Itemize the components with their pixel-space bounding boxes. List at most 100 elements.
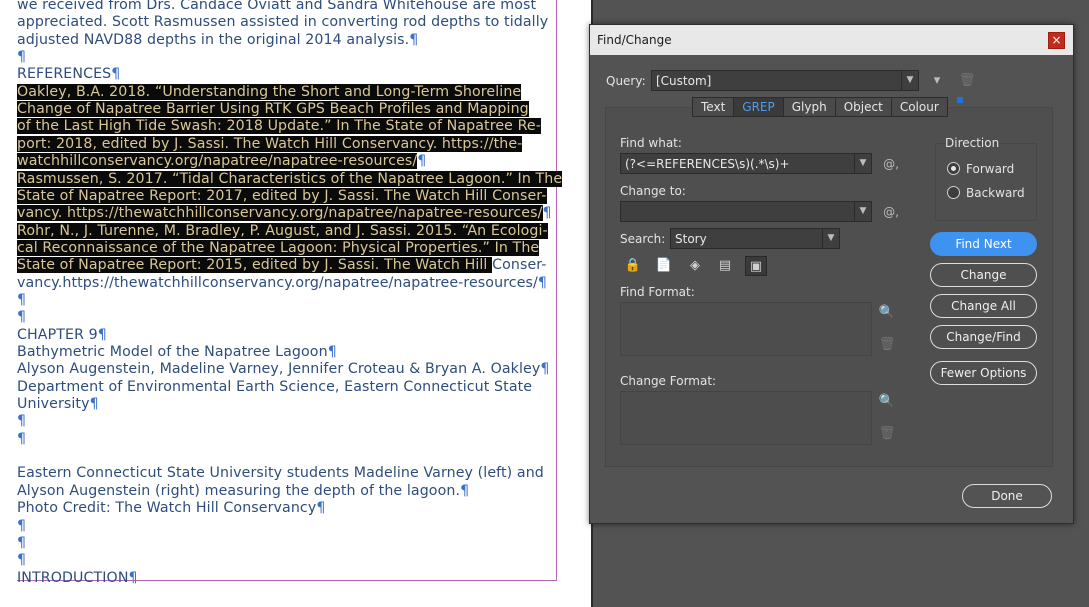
chevron-down-icon[interactable]: ▼ <box>901 71 918 90</box>
change-to-label: Change to: <box>620 184 686 198</box>
line-text: Photo Credit: The Watch Hill Conservancy <box>17 500 317 517</box>
done-button[interactable]: Done <box>962 484 1052 508</box>
change-button[interactable]: Change <box>930 263 1037 287</box>
query-value: [Custom] <box>656 74 712 88</box>
text-line: ¶ <box>17 518 26 535</box>
text-line: appreciated. Scott Rasmussen assisted in… <box>17 14 548 31</box>
text-line: vancy.https://thewatchhillconservancy.or… <box>17 275 547 292</box>
find-change-dialog: Find/Change × Query: [Custom] ▼ ▾ 🗑 Text… <box>589 24 1074 524</box>
text-line: ¶ <box>17 552 26 569</box>
include-footnotes-icon[interactable]: ▣ <box>745 256 767 276</box>
text-line: ¶ <box>17 49 26 66</box>
text-line: University¶ <box>17 396 99 413</box>
tab-glyph[interactable]: Glyph <box>782 97 835 117</box>
direction-backward-radio[interactable] <box>947 186 960 199</box>
pilcrow-mark: ¶ <box>17 430 27 447</box>
pilcrow-mark: ¶ <box>111 66 121 83</box>
selected-text: Oakley, B.A. 2018. “Understanding the Sh… <box>17 83 522 100</box>
include-master-pages-icon[interactable]: ▤ <box>714 256 736 276</box>
text-line: ¶ <box>17 292 26 309</box>
pilcrow-mark: ¶ <box>17 291 27 308</box>
tab-object[interactable]: Object <box>834 97 891 117</box>
include-locked-layers-icon[interactable]: 🔒 <box>622 256 644 276</box>
find-next-button[interactable]: Find Next <box>930 232 1037 256</box>
pilcrow-mark: ¶ <box>460 482 470 499</box>
include-locked-stories-icon[interactable]: 📄 <box>653 256 675 276</box>
selected-text: port: 2018, edited by J. Sassi. The Watc… <box>17 135 523 152</box>
direction-label: Direction <box>945 136 1000 150</box>
pilcrow-mark: ¶ <box>540 361 550 378</box>
search-scope-value: Story <box>675 232 707 246</box>
specify-change-format-icon[interactable]: 🔍 <box>878 394 896 410</box>
text-line: we received from Drs. Candace Oviatt and… <box>17 0 536 14</box>
text-line: Rohr, N., J. Turenne, M. Bradley, P. Aug… <box>17 222 548 240</box>
pilcrow-mark: ¶ <box>128 569 138 586</box>
specify-find-format-icon[interactable]: 🔍 <box>878 305 896 321</box>
selected-text: State of Napatree Report: 2017, edited b… <box>17 187 547 204</box>
selected-text: State of Napatree Report: 2015, edited b… <box>17 257 493 274</box>
tab-colour[interactable]: Colour <box>890 97 948 117</box>
line-text: Conser- <box>492 257 547 274</box>
change-to-field[interactable]: ▼ <box>620 201 872 222</box>
delete-query-icon[interactable]: 🗑 <box>958 73 976 89</box>
change-all-button[interactable]: Change All <box>930 294 1037 318</box>
line-text: appreciated. Scott Rasmussen assisted in… <box>17 14 549 31</box>
text-line: CHAPTER 9¶ <box>17 327 107 344</box>
special-characters-change-icon[interactable]: @, <box>880 204 902 220</box>
find-format-label: Find Format: <box>620 285 695 299</box>
clear-change-format-icon[interactable]: 🗑 <box>878 426 896 442</box>
text-line: ¶ <box>17 309 26 326</box>
text-line: watchhillconservancy.org/napatree/napatr… <box>17 153 426 170</box>
pilcrow-mark: ¶ <box>409 31 419 48</box>
selected-text: Change of Napatree Barrier Using RTK GPS… <box>17 101 529 118</box>
change-format-label: Change Format: <box>620 374 717 388</box>
change-format-box[interactable] <box>620 391 872 445</box>
find-format-box[interactable] <box>620 302 872 356</box>
line-text: Alyson Augenstein (right) measuring the … <box>17 482 461 499</box>
direction-forward-radio[interactable] <box>947 162 960 175</box>
line-text: adjusted NAVD88 depths in the original 2… <box>17 31 410 48</box>
include-hidden-layers-icon[interactable]: ◈ <box>684 256 706 276</box>
search-scope-select[interactable]: Story ▼ <box>670 228 840 249</box>
tab-grep[interactable]: GREP <box>733 97 783 117</box>
pilcrow-mark: ¶ <box>327 344 337 360</box>
text-line: Department of Environmental Earth Scienc… <box>17 379 532 396</box>
dialog-titlebar[interactable]: Find/Change × <box>590 25 1073 55</box>
direction-backward-label[interactable]: Backward <box>966 186 1025 200</box>
line-text: CHAPTER 9 <box>17 326 98 343</box>
chevron-down-icon[interactable]: ▼ <box>854 154 871 173</box>
clear-find-format-icon[interactable]: 🗑 <box>878 337 896 353</box>
change-find-button[interactable]: Change/Find <box>930 325 1037 349</box>
text-line: ¶ <box>17 413 26 430</box>
selected-text: Rohr, N., J. Turenne, M. Bradley, P. Aug… <box>17 222 548 239</box>
query-select[interactable]: [Custom] ▼ <box>651 70 919 91</box>
text-line: Bathymetric Model of the Napatree Lagoon… <box>17 344 337 361</box>
search-type-tabs: Text GREP Glyph Object Colour <box>692 97 948 117</box>
direction-forward-label[interactable]: Forward <box>966 162 1014 176</box>
tab-text[interactable]: Text <box>692 97 734 117</box>
line-text: INTRODUCTION <box>17 569 129 586</box>
text-line: Change of Napatree Barrier Using RTK GPS… <box>17 101 529 118</box>
pilcrow-mark: ¶ <box>17 413 27 430</box>
selected-text: watchhillconservancy.org/napatree/napatr… <box>17 153 418 170</box>
pilcrow-mark: ¶ <box>89 396 99 413</box>
special-characters-find-icon[interactable]: @, <box>880 156 902 172</box>
fewer-options-button[interactable]: Fewer Options <box>930 361 1037 385</box>
text-line: Rasmussen, S. 2017. “Tidal Characteristi… <box>17 170 563 188</box>
find-what-label: Find what: <box>620 136 682 150</box>
close-button[interactable]: × <box>1048 32 1065 49</box>
chevron-down-icon[interactable]: ▼ <box>854 202 871 221</box>
text-line: ¶ <box>17 535 26 552</box>
chevron-down-icon[interactable]: ▼ <box>822 229 839 248</box>
text-line: Eastern Connecticut State University stu… <box>17 465 544 482</box>
selected-text: cal Reconnaissance of the Napatree Lagoo… <box>17 239 540 256</box>
line-text: Department of Environmental Earth Scienc… <box>17 378 533 395</box>
save-query-icon[interactable]: ▾ <box>928 73 946 89</box>
direction-group <box>935 143 1037 221</box>
pilcrow-mark: ¶ <box>542 205 552 222</box>
pilcrow-mark: ¶ <box>17 517 27 534</box>
search-label: Search: <box>620 232 666 246</box>
find-what-field[interactable]: (?<=REFERENCES\s)(.*\s)+ ▼ <box>620 153 872 174</box>
text-line: Alyson Augenstein (right) measuring the … <box>17 483 469 500</box>
text-line: State of Napatree Report: 2015, edited b… <box>17 257 547 274</box>
